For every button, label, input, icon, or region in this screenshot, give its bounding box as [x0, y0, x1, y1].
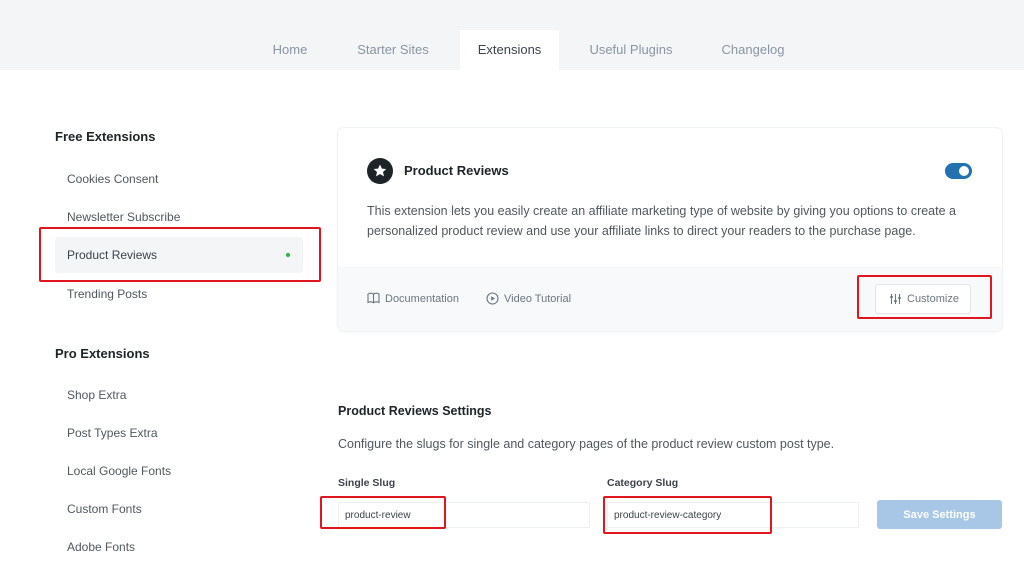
sidebar-item-trending-posts[interactable]: Trending Posts [55, 276, 303, 312]
sidebar-item-newsletter-subscribe[interactable]: Newsletter Subscribe [55, 199, 303, 235]
sidebar-item-custom-fonts[interactable]: Custom Fonts [55, 491, 303, 527]
settings-title: Product Reviews Settings [338, 404, 492, 418]
settings-description: Configure the slugs for single and categ… [338, 437, 835, 451]
card-footer: Documentation Video Tutorial Customize [338, 267, 1002, 331]
sidebar-item-cookies-consent[interactable]: Cookies Consent [55, 161, 303, 197]
extension-card: Product Reviews This extension lets you … [338, 128, 1002, 331]
customize-label: Customize [907, 293, 959, 305]
tab-extensions[interactable]: Extensions [460, 30, 559, 70]
sidebar-item-label: Product Reviews [67, 248, 158, 262]
tab-bar: Home Starter Sites Extensions Useful Plu… [0, 30, 1024, 70]
book-icon [367, 292, 380, 304]
tab-changelog[interactable]: Changelog [705, 30, 801, 70]
video-tutorial-label: Video Tutorial [504, 293, 572, 305]
free-extensions-heading: Free Extensions [55, 129, 156, 144]
star-icon [367, 158, 393, 184]
sliders-icon [890, 294, 901, 304]
tab-starter-sites[interactable]: Starter Sites [343, 30, 443, 70]
sidebar-item-product-reviews[interactable]: Product Reviews [55, 237, 303, 273]
sidebar-item-post-types-extra[interactable]: Post Types Extra [55, 415, 303, 451]
sidebar-item-local-google-fonts[interactable]: Local Google Fonts [55, 453, 303, 489]
enable-toggle[interactable] [945, 163, 972, 179]
video-tutorial-link[interactable]: Video Tutorial [486, 291, 581, 307]
sidebar-item-shop-extra[interactable]: Shop Extra [55, 377, 303, 413]
extension-title: Product Reviews [404, 163, 509, 178]
play-circle-icon [486, 292, 499, 305]
tab-useful-plugins[interactable]: Useful Plugins [578, 30, 684, 70]
category-slug-label: Category Slug [607, 477, 679, 489]
pro-extensions-heading: Pro Extensions [55, 346, 150, 361]
documentation-label: Documentation [385, 293, 459, 305]
extension-description: This extension lets you easily create an… [367, 204, 956, 238]
tab-home[interactable]: Home [255, 30, 325, 70]
save-settings-button[interactable]: Save Settings [877, 500, 1002, 529]
single-slug-input[interactable] [338, 502, 590, 528]
category-slug-input[interactable] [607, 502, 859, 528]
toggle-knob [959, 166, 969, 176]
single-slug-label: Single Slug [338, 477, 396, 489]
top-navigation-bar: Home Starter Sites Extensions Useful Plu… [0, 0, 1024, 70]
active-status-dot [286, 253, 290, 257]
documentation-link[interactable]: Documentation [367, 291, 467, 307]
customize-button[interactable]: Customize [875, 284, 971, 314]
sidebar-item-adobe-fonts[interactable]: Adobe Fonts [55, 529, 303, 565]
